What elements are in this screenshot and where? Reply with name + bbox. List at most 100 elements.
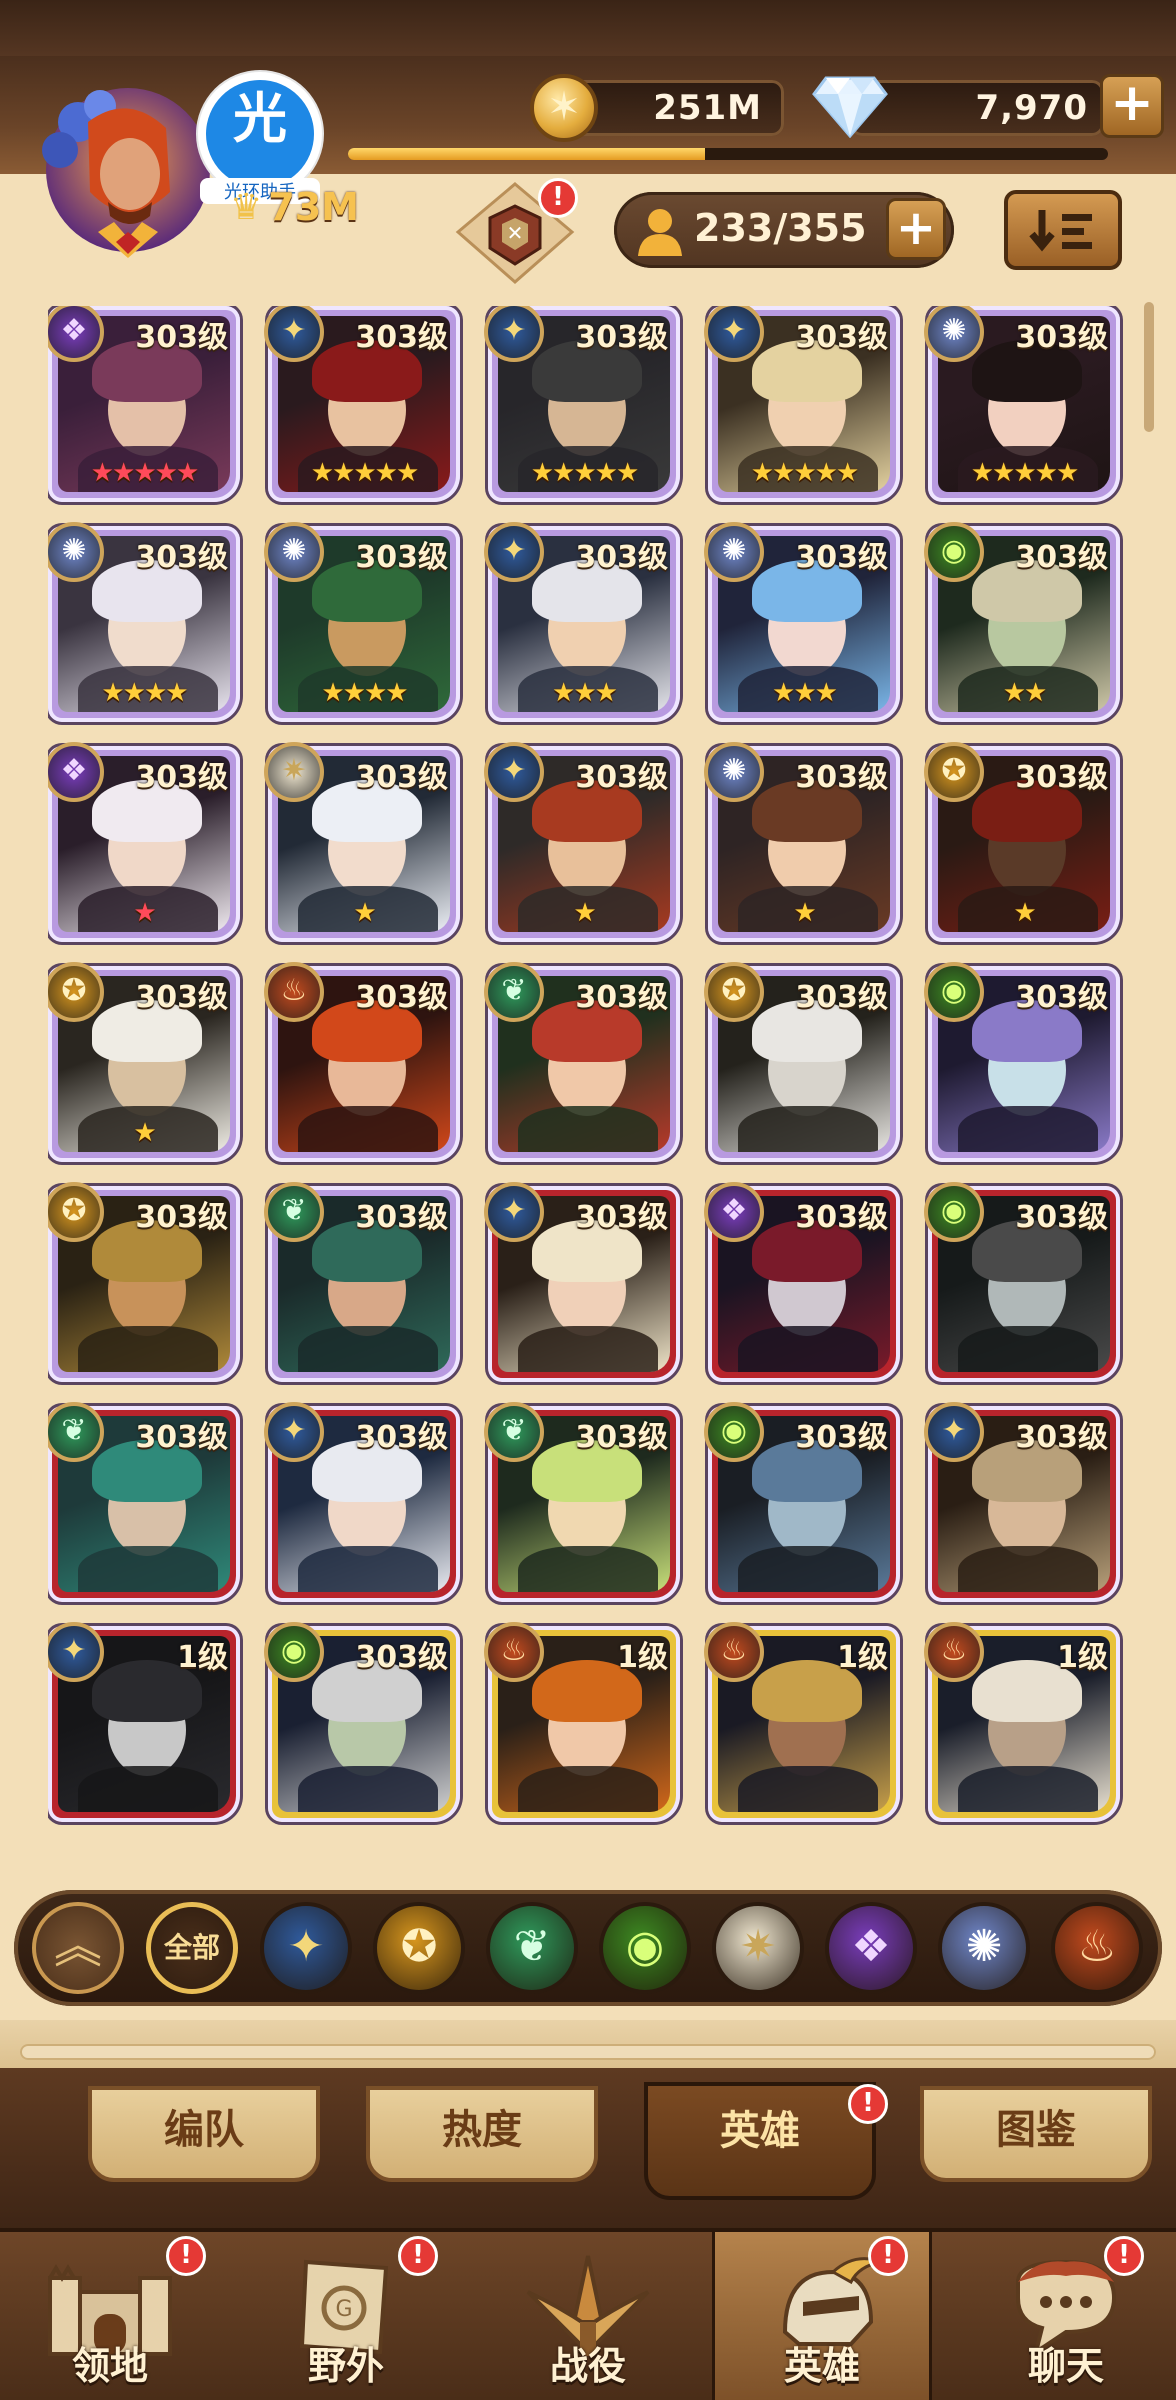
sort-icon — [1029, 210, 1092, 252]
hero-level: 303级 — [575, 320, 668, 355]
hero-card[interactable]: ❖ 303级 ★★★★★ — [48, 306, 240, 502]
hero-card[interactable]: ✦ 1级 — [48, 1622, 240, 1822]
tab-formation[interactable]: 编队 — [88, 2086, 320, 2182]
hero-card[interactable]: ✪ 303级 ★ — [924, 742, 1120, 942]
filter-lightbearer-button[interactable]: ✦ — [260, 1902, 352, 1994]
hero-card[interactable]: ♨ 1级 — [704, 1622, 900, 1822]
nav-notification-dot: ! — [1104, 2236, 1144, 2276]
hero-card[interactable]: ❦ 303级 — [48, 1402, 240, 1602]
hero-card[interactable]: ✺ 303级 ★ — [704, 742, 900, 942]
hero-level: 303级 — [795, 760, 888, 795]
hero-level: 303级 — [355, 1640, 448, 1675]
hero-card[interactable]: ✪ 303级 — [48, 1182, 240, 1382]
wilder-faction-icon: ❦ — [484, 962, 544, 1022]
hero-card[interactable]: ◉ 303级 — [924, 1182, 1120, 1382]
helper-overlay-button[interactable]: 光 光环助手 — [198, 72, 322, 204]
hero-card[interactable]: ✦ 303级 ★★★★★ — [704, 306, 900, 502]
hero-card[interactable]: ❖ 303级 ★ — [48, 742, 240, 942]
filter-mauler-button[interactable]: ✪ — [373, 1902, 465, 1994]
sort-button[interactable] — [1004, 190, 1122, 270]
add-diamond-button[interactable]: + — [1100, 74, 1164, 138]
hero-card[interactable]: ✺ 303级 ★★★ — [704, 522, 900, 722]
hero-card[interactable]: ❖ 303级 — [704, 1182, 900, 1382]
grid-scrollbar[interactable] — [1144, 302, 1154, 432]
hero-card[interactable]: ✺ 303级 ★★★★ — [48, 522, 240, 722]
filter-wilder-button[interactable]: ❦ — [486, 1902, 578, 1994]
hero-stars: ★ — [573, 898, 596, 928]
hero-card[interactable]: ✷ 303级 ★ — [264, 742, 460, 942]
filter-dimensional-button[interactable]: ✺ — [938, 1902, 1030, 1994]
hero-card[interactable]: ✦ 303级 ★★★★★ — [484, 306, 680, 502]
filter-all-button[interactable]: 全部 — [146, 1902, 238, 1994]
mauler-icon: ✪ — [400, 1921, 438, 1972]
wilder-faction-icon: ❦ — [484, 1402, 544, 1462]
hero-capacity-value: 233/355 — [694, 206, 867, 250]
collapse-filter-button[interactable]: ︽ — [32, 1902, 124, 1994]
dimensional-faction-icon: ✺ — [264, 522, 324, 582]
hero-level: 303级 — [795, 540, 888, 575]
hero-card[interactable]: ✦ 303级 ★★★★★ — [264, 306, 460, 502]
hero-level: 303级 — [135, 1200, 228, 1235]
hero-capacity-counter: 233/355 + — [614, 192, 954, 268]
hero-card[interactable]: ❦ 303级 — [484, 1402, 680, 1602]
tab-heroes[interactable]: 英雄 — [644, 2082, 876, 2200]
hero-level: 303级 — [575, 1200, 668, 1235]
hero-level: 303级 — [575, 760, 668, 795]
hero-card[interactable]: ◉ 303级 — [264, 1622, 460, 1822]
hero-stars: ★★ — [1002, 678, 1048, 708]
nav-campaign[interactable]: 战役 — [478, 2232, 698, 2400]
mauler-faction-icon: ✪ — [924, 742, 984, 802]
hero-card[interactable]: ◉ 303级 — [704, 1402, 900, 1602]
diamond-counter: 7,970 — [850, 80, 1104, 136]
tab-heroes-badge: ! — [848, 2084, 888, 2124]
dragon-faction-icon: ♨ — [924, 1622, 984, 1682]
nav-heroes-label: 英雄 — [783, 2344, 860, 2388]
hero-card[interactable]: ✺ 303级 ★★★★ — [264, 522, 460, 722]
hero-card[interactable]: ✦ 303级 ★ — [484, 742, 680, 942]
hero-card[interactable]: ✦ 303级 — [484, 1182, 680, 1382]
hero-level: 303级 — [355, 540, 448, 575]
hero-card[interactable]: ♨ 303级 — [264, 962, 460, 1162]
lightbearer-icon: ✦ — [287, 1921, 325, 1972]
hero-card[interactable]: ◉ 303级 — [924, 962, 1120, 1162]
filter-dragon-button[interactable]: ♨ — [1051, 1902, 1143, 1994]
lightbearer-faction-icon: ✦ — [484, 522, 544, 582]
hero-level: 303级 — [1015, 760, 1108, 795]
hero-card[interactable]: ✪ 303级 ★ — [48, 962, 240, 1162]
dragon-faction-icon: ♨ — [704, 1622, 764, 1682]
filter-celestial-button[interactable]: ✷ — [712, 1902, 804, 1994]
hero-card[interactable]: ✦ 303级 ★★★ — [484, 522, 680, 722]
tab-popularity[interactable]: 热度 — [366, 2086, 598, 2182]
hero-card[interactable]: ♨ 1级 — [484, 1622, 680, 1822]
filter-graveborn-button[interactable]: ◉ — [599, 1902, 691, 1994]
hero-level: 303级 — [355, 980, 448, 1015]
svg-text:✕: ✕ — [507, 221, 524, 245]
hero-card[interactable]: ◉ 303级 ★★ — [924, 522, 1120, 722]
hero-card[interactable]: ❦ 303级 — [484, 962, 680, 1162]
nav-campaign-label: 战役 — [549, 2344, 626, 2388]
tab-collection[interactable]: 图鉴 — [920, 2086, 1152, 2182]
add-capacity-button[interactable]: + — [886, 198, 946, 260]
hero-level: 303级 — [355, 1420, 448, 1455]
nav-notification-dot: ! — [166, 2236, 206, 2276]
hero-level: 303级 — [355, 320, 448, 355]
hero-level: 303级 — [795, 1200, 888, 1235]
hero-card[interactable]: ✦ 303级 — [924, 1402, 1120, 1602]
hero-level: 303级 — [1015, 980, 1108, 1015]
hero-card[interactable]: ♨ 1级 — [924, 1622, 1120, 1822]
lightbearer-faction-icon: ✦ — [924, 1402, 984, 1462]
player-avatar[interactable] — [38, 82, 218, 262]
hero-level: 303级 — [135, 980, 228, 1015]
hero-card[interactable]: ❦ 303级 — [264, 1182, 460, 1382]
dragon-faction-icon: ♨ — [484, 1622, 544, 1682]
hero-card[interactable]: ✦ 303级 — [264, 1402, 460, 1602]
hero-card[interactable]: ✪ 303级 — [704, 962, 900, 1162]
hero-card[interactable]: ✺ 303级 ★★★★★ — [924, 306, 1120, 502]
filter-hypogean-button[interactable]: ❖ — [825, 1902, 917, 1994]
hero-level: 303级 — [135, 760, 228, 795]
wilder-faction-icon: ❦ — [264, 1182, 324, 1242]
dimensional-icon: ✺ — [965, 1921, 1003, 1972]
dragon-faction-icon: ♨ — [264, 962, 324, 1022]
dragon-icon: ♨ — [1077, 1921, 1117, 1972]
helper-char: 光 — [233, 87, 287, 150]
